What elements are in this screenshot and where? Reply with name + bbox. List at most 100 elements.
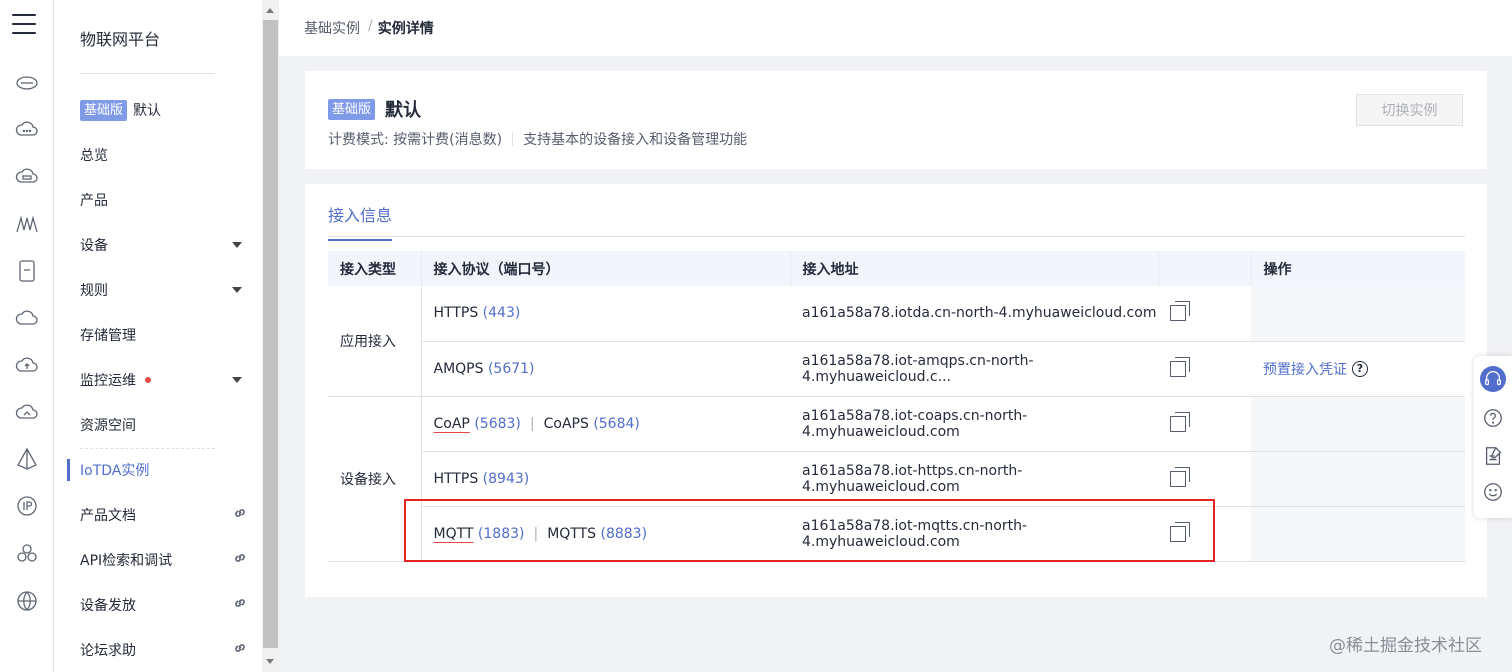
sidebar-item-api-explorer[interactable]: API检索和调试 xyxy=(80,548,248,572)
table-row: 应用接入 HTTPS (443) a161a58a78.iotda.cn-nor… xyxy=(328,286,1465,397)
copy-cell xyxy=(1158,451,1251,507)
tab-access-info[interactable]: 接入信息 xyxy=(328,202,393,241)
globe-icon[interactable] xyxy=(15,589,39,613)
divider xyxy=(80,73,215,74)
waves-icon[interactable] xyxy=(15,212,39,236)
help-icon[interactable] xyxy=(1480,405,1506,431)
scrollbar-thumb[interactable] xyxy=(263,20,278,648)
instance-header: 基础版 默认 xyxy=(328,96,421,122)
instance-description: 计费模式: 按需计费(消息数) 支持基本的设备接入和设备管理功能 xyxy=(328,129,747,149)
sidebar-item-resource-space[interactable]: 资源空间 xyxy=(80,413,248,437)
protocol-separator: | xyxy=(533,525,539,542)
sidebar-item-storage[interactable]: 存储管理 xyxy=(80,323,248,347)
column-header: 接入类型 xyxy=(328,251,422,286)
sidebar-instance[interactable]: 基础版 默认 xyxy=(80,98,161,122)
breadcrumb-parent-link[interactable]: 基础实例 xyxy=(304,18,360,38)
smiley-icon[interactable] xyxy=(1480,479,1506,505)
column-header: 操作 xyxy=(1251,251,1465,286)
protocol-cell: HTTPS (8943) xyxy=(421,451,790,507)
access-type-cell: 应用接入 xyxy=(328,286,422,397)
cloud-network-icon[interactable] xyxy=(15,400,39,424)
port-number: (5683) xyxy=(474,415,521,432)
table-header-row: 接入类型 接入协议（端口号） 接入地址 操作 xyxy=(328,251,1465,286)
protocol-name: HTTPS xyxy=(433,470,479,487)
sidebar-item-rules[interactable]: 规则 xyxy=(80,278,248,302)
sidebar-item-iotda-instance[interactable]: IoTDA实例 xyxy=(80,458,248,482)
copy-icon[interactable] xyxy=(1170,411,1190,432)
caret-down-icon xyxy=(232,242,242,248)
link-icon xyxy=(232,550,248,566)
sidebar-item-label: 产品文档 xyxy=(80,508,136,524)
address-cell: a161a58a78.iot-amqps.cn-north-4.myhuawei… xyxy=(790,341,1158,397)
port-number: (1883) xyxy=(477,525,525,542)
sidebar-item-docs[interactable]: 产品文档 xyxy=(80,503,248,527)
port-number: (8943) xyxy=(482,470,530,487)
copy-cell xyxy=(1158,286,1251,342)
sidebar-item-product[interactable]: 产品 xyxy=(80,188,248,212)
breadcrumb-separator: / xyxy=(368,18,373,34)
protocol-cell: HTTPS (443) xyxy=(421,286,790,342)
tab-bar: 接入信息 xyxy=(328,184,1465,241)
device-icon[interactable] xyxy=(15,259,39,283)
sidebar-item-forum[interactable]: 论坛求助 xyxy=(80,638,248,662)
sidebar-item-label: 设备发放 xyxy=(80,598,136,614)
instance-card: 基础版 默认 计费模式: 按需计费(消息数) 支持基本的设备接入和设备管理功能 … xyxy=(305,71,1487,169)
copy-icon[interactable] xyxy=(1170,466,1190,487)
address-cell: a161a58a78.iotda.cn-north-4.myhuaweiclou… xyxy=(790,286,1158,342)
protocol-separator: | xyxy=(529,415,535,432)
copy-icon[interactable] xyxy=(1170,301,1190,322)
cloud-upload-icon[interactable] xyxy=(15,353,39,377)
column-header xyxy=(1158,251,1252,286)
operation-cell xyxy=(1251,286,1465,342)
instance-title: 默认 xyxy=(385,100,422,121)
table-row: AMQPS (5671) a161a58a78.iot-amqps.cn-nor… xyxy=(328,341,1465,397)
main-content: 基础实例 / 实例详情 基础版 默认 计费模式: 按需计费(消息数) 支持基本的… xyxy=(279,0,1512,672)
pyramid-icon[interactable] xyxy=(15,447,39,471)
port-number: (8883) xyxy=(600,525,648,542)
sidebar-item-device-provisioning[interactable]: 设备发放 xyxy=(80,593,248,617)
edition-badge: 基础版 xyxy=(328,98,376,120)
protocol-cell: AMQPS (5671) xyxy=(421,341,790,397)
scroll-up-icon[interactable] xyxy=(266,8,274,13)
protocol-cell: MQTT (1883) | MQTTS (8883) xyxy=(421,506,790,562)
sidebar-item-overview[interactable]: 总览 xyxy=(80,143,248,167)
divider xyxy=(512,132,514,146)
sidebar-item-label: 资源空间 xyxy=(80,418,136,434)
scroll-down-icon[interactable] xyxy=(266,659,274,664)
cloud-dots-icon[interactable] xyxy=(15,117,39,141)
operation-cell: 预置接入凭证? xyxy=(1251,341,1465,397)
protocol-name: AMQPS xyxy=(433,360,484,377)
sidebar-item-device[interactable]: 设备 xyxy=(80,233,248,257)
ip-icon[interactable] xyxy=(15,494,39,518)
sidebar-scrollbar[interactable] xyxy=(262,0,279,672)
watermark: @稀土掘金技术社区 xyxy=(1329,636,1482,656)
address-cell: a161a58a78.iot-coaps.cn-north-4.myhuawei… xyxy=(790,396,1158,452)
table-row: HTTPS (8943) a161a58a78.iot-https.cn-nor… xyxy=(328,451,1465,507)
billing-mode: 计费模式: 按需计费(消息数) xyxy=(328,132,503,148)
copy-icon[interactable] xyxy=(1170,356,1190,377)
cloud-service-icon[interactable] xyxy=(15,70,39,94)
active-indicator xyxy=(67,459,70,481)
preset-credential-link[interactable]: 预置接入凭证 xyxy=(1263,359,1347,379)
sidebar-item-label: 监控运维 xyxy=(80,373,136,389)
floating-toolbar xyxy=(1474,356,1512,518)
copy-icon[interactable] xyxy=(1170,521,1190,542)
switch-instance-button[interactable]: 切换实例 xyxy=(1356,94,1463,126)
feedback-edit-icon[interactable] xyxy=(1480,443,1506,469)
cluster-icon[interactable] xyxy=(15,542,39,566)
cloud-icon[interactable] xyxy=(15,306,39,330)
hamburger-menu-icon[interactable] xyxy=(12,14,36,36)
address-cell: a161a58a78.iot-https.cn-north-4.myhuawei… xyxy=(790,451,1158,507)
copy-cell xyxy=(1158,396,1251,452)
customer-service-icon[interactable] xyxy=(1480,366,1506,392)
column-header: 接入协议（端口号） xyxy=(421,251,791,286)
cloud-storage-icon[interactable] xyxy=(15,164,39,188)
sidebar-item-monitoring[interactable]: 监控运维 xyxy=(80,368,248,392)
caret-down-icon xyxy=(232,287,242,293)
access-table: 接入类型 接入协议（端口号） 接入地址 操作 应用接入 HTTPS (443) … xyxy=(328,251,1465,562)
sidebar-item-label: API检索和调试 xyxy=(80,553,173,569)
help-icon[interactable]: ? xyxy=(1352,360,1368,377)
copy-cell xyxy=(1158,506,1251,562)
breadcrumb: 基础实例 / 实例详情 xyxy=(304,18,434,38)
port-number: (443) xyxy=(482,305,521,322)
